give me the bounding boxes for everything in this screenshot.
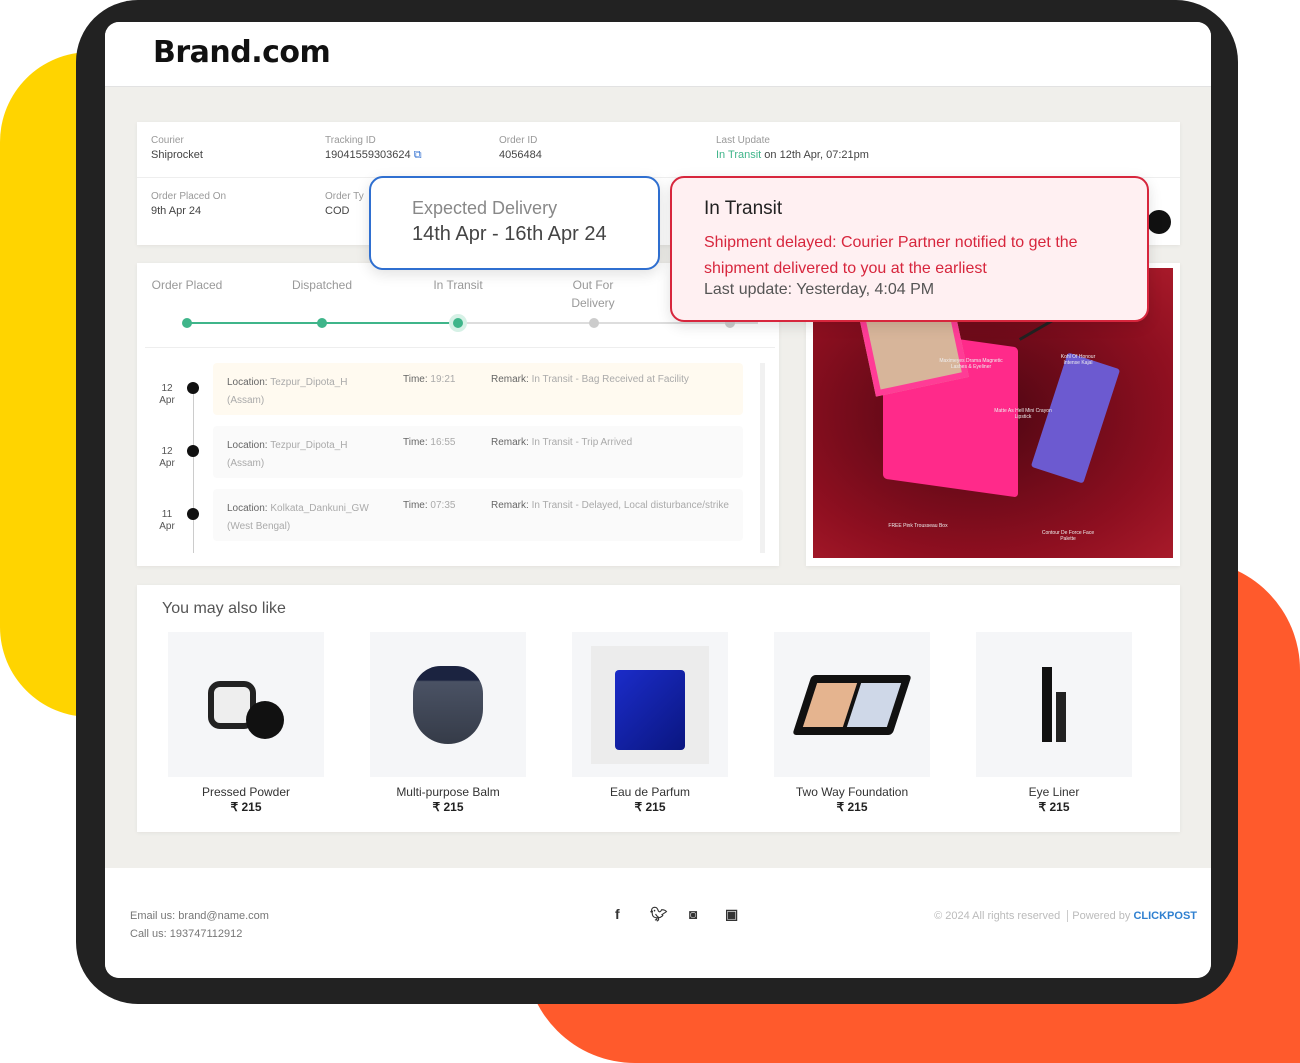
courier-value: Shiprocket bbox=[151, 149, 203, 161]
event-remark: Remark: In Transit - Delayed, Local dist… bbox=[491, 500, 729, 511]
youtube-icon[interactable]: ▣ bbox=[725, 906, 738, 923]
product-price: ₹ 215 bbox=[230, 800, 262, 814]
order-type-label: Order Ty bbox=[325, 191, 364, 202]
help-button[interactable] bbox=[1147, 210, 1171, 234]
delay-alert: In Transit Shipment delayed: Courier Par… bbox=[670, 176, 1149, 322]
expected-delivery-box: Expected Delivery 14th Apr - 16th Apr 24 bbox=[369, 176, 660, 270]
tracking-label: Tracking ID bbox=[325, 135, 376, 146]
event-date: 12 Apr bbox=[159, 383, 175, 406]
copy-icon[interactable]: ⧉ bbox=[414, 149, 422, 161]
twitter-icon[interactable]: 🐦︎ bbox=[650, 906, 668, 923]
product-image[interactable] bbox=[774, 632, 930, 777]
brand-logo[interactable]: Brand.com bbox=[153, 35, 331, 70]
timeline-dot bbox=[187, 445, 199, 457]
product-name: Eye Liner bbox=[1028, 785, 1080, 799]
promo-label: Kohl Of Honour Intense Kajal bbox=[1060, 354, 1096, 366]
product-card[interactable]: Eau de Parfum ₹ 215 bbox=[572, 632, 728, 814]
product-price: ₹ 215 bbox=[634, 800, 666, 814]
step-dot bbox=[317, 318, 327, 328]
event-row: Location: Tezpur_Dipota_H (Assam) Time: 1… bbox=[213, 363, 743, 415]
promo-label: Matte As Hell Mini Crayon Lipstick bbox=[994, 408, 1052, 420]
event-location: Location: Tezpur_Dipota_H (Assam) bbox=[227, 377, 348, 406]
order-placed-label: Order Placed On bbox=[151, 191, 227, 202]
courier-label: Courier bbox=[151, 135, 184, 146]
scrollbar[interactable] bbox=[760, 363, 765, 553]
recommendations-title: You may also like bbox=[162, 600, 286, 617]
facebook-icon[interactable]: f bbox=[615, 906, 620, 922]
event-remark: Remark: In Transit - Bag Received at Fac… bbox=[491, 374, 689, 385]
tracking-id: 19041559303624 bbox=[325, 149, 411, 161]
product-price: ₹ 215 bbox=[432, 800, 464, 814]
expected-delivery-value: 14th Apr - 16th Apr 24 bbox=[412, 223, 607, 245]
footer-email[interactable]: Email us: brand@name.com bbox=[130, 910, 269, 922]
product-price: ₹ 215 bbox=[836, 800, 868, 814]
product-card[interactable]: Multi-purpose Balm ₹ 215 bbox=[370, 632, 526, 814]
product-name: Two Way Foundation bbox=[795, 785, 909, 799]
step-in-transit: In Transit bbox=[433, 278, 483, 292]
alert-message: Shipment delayed: Courier Partner notifi… bbox=[704, 234, 1078, 277]
promo-label: Contour De Force Face Palette bbox=[1041, 530, 1095, 542]
product-image[interactable] bbox=[370, 632, 526, 777]
instagram-icon[interactable]: ◙ bbox=[689, 906, 697, 922]
step-dot-current bbox=[453, 318, 463, 328]
product-card[interactable]: Pressed Powder ₹ 215 bbox=[168, 632, 324, 814]
order-type: COD bbox=[325, 205, 350, 217]
event-location: Location: Tezpur_Dipota_H (Assam) bbox=[227, 440, 348, 469]
timeline-dot bbox=[187, 382, 199, 394]
event-time: Time: 19:21 bbox=[403, 374, 456, 385]
tracking-page: Brand.com Courier Shiprocket Tracking ID 1… bbox=[105, 22, 1211, 978]
alert-last-update: Last update: Yesterday, 4:04 PM bbox=[704, 281, 935, 298]
recommendations-card: You may also like Pressed Powder ₹ 215 M… bbox=[137, 585, 1180, 832]
powered-by: Powered by bbox=[1072, 910, 1131, 922]
order-placed-date: 9th Apr 24 bbox=[151, 205, 202, 217]
event-time: Time: 16:55 bbox=[403, 437, 456, 448]
step-out-for-delivery: Out For Delivery bbox=[571, 278, 615, 310]
product-price: ₹ 215 bbox=[1038, 800, 1070, 814]
promo-label: FREE Pink Trousseau Box bbox=[888, 523, 948, 529]
promo-label: Maximeyes Drama Magnetic Lashes & Eyelin… bbox=[939, 358, 1003, 370]
order-id-label: Order ID bbox=[499, 135, 538, 146]
expected-delivery-label: Expected Delivery bbox=[412, 198, 558, 218]
product-name: Multi-purpose Balm bbox=[396, 785, 500, 799]
event-remark: Remark: In Transit - Trip Arrived bbox=[491, 437, 633, 448]
event-date: 11 Apr bbox=[159, 509, 175, 532]
step-dispatched: Dispatched bbox=[291, 278, 353, 292]
copyright: © 2024 All rights reserved bbox=[934, 910, 1061, 922]
product-name: Pressed Powder bbox=[201, 785, 291, 799]
step-dot bbox=[182, 318, 192, 328]
product-card[interactable]: Two Way Foundation ₹ 215 bbox=[774, 632, 930, 814]
timeline-dot bbox=[187, 508, 199, 520]
product-image[interactable] bbox=[976, 632, 1132, 777]
footer-phone[interactable]: Call us: 193747112912 bbox=[130, 928, 242, 940]
header: Brand.com bbox=[105, 22, 1211, 87]
product-card[interactable]: Eye Liner ₹ 215 bbox=[976, 632, 1132, 814]
progress-track bbox=[458, 322, 758, 324]
event-row: Location: Tezpur_Dipota_H (Assam) Time: 1… bbox=[213, 426, 743, 478]
product-image[interactable] bbox=[572, 632, 728, 777]
event-location: Location: Kolkata_Dankuni_GW (West Bengal… bbox=[227, 503, 369, 532]
last-update-time: on 12th Apr, 07:21pm bbox=[761, 149, 869, 161]
step-order-placed: Order Placed bbox=[151, 278, 223, 292]
event-time: Time: 07:35 bbox=[403, 500, 456, 511]
product-name: Eau de Parfum bbox=[609, 785, 691, 799]
product-image[interactable] bbox=[168, 632, 324, 777]
timeline-line bbox=[193, 388, 194, 553]
step-dot bbox=[589, 318, 599, 328]
last-update-label: Last Update bbox=[716, 135, 770, 146]
event-row: Location: Kolkata_Dankuni_GW (West Bengal… bbox=[213, 489, 743, 541]
event-date: 12 Apr bbox=[159, 446, 175, 469]
alert-title: In Transit bbox=[704, 198, 783, 219]
clickpost-link[interactable]: CLICKPOST bbox=[1133, 910, 1197, 922]
order-id: 4056484 bbox=[499, 149, 542, 161]
footer: Email us: brand@name.com Call us: 193747… bbox=[105, 868, 1211, 978]
last-update-status: In Transit bbox=[716, 149, 762, 161]
